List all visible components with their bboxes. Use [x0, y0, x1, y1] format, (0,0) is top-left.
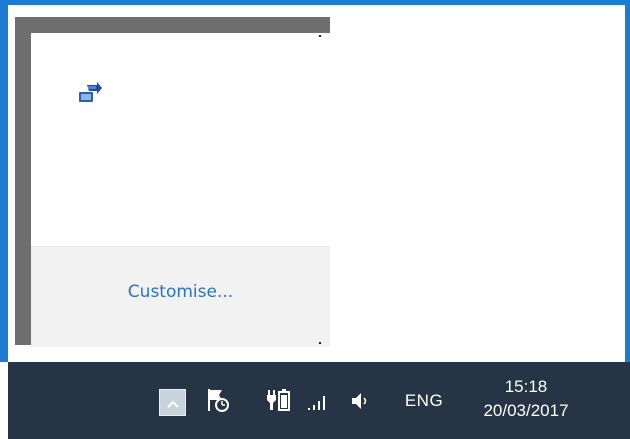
input-language-indicator[interactable]: ENG — [398, 384, 450, 418]
window-frame-top — [0, 0, 630, 5]
taskbar: ENG 15:18 20/03/2017 — [8, 362, 630, 439]
action-center-flag-icon — [204, 386, 232, 418]
show-hidden-icons-button[interactable] — [159, 389, 186, 416]
chevron-up-icon — [166, 393, 179, 412]
hidden-icons-area — [31, 33, 330, 246]
flyout-panel: Customise... — [31, 33, 330, 347]
battery-power-icon — [263, 386, 293, 418]
notification-overflow-flyout: Customise... — [15, 17, 330, 347]
clock-date-button[interactable]: 15:18 20/03/2017 — [474, 370, 578, 428]
volume-button[interactable] — [349, 390, 373, 416]
customise-link[interactable]: Customise... — [31, 282, 330, 302]
clock-time: 15:18 — [504, 377, 548, 396]
window-frame-right — [625, 0, 630, 362]
clock-date: 20/03/2017 — [483, 401, 569, 420]
network-button[interactable] — [305, 390, 331, 416]
network-signal-icon — [305, 388, 331, 418]
power-button[interactable] — [263, 388, 293, 416]
speaker-volume-icon — [349, 388, 373, 418]
customise-footer: Customise... — [31, 247, 330, 347]
flyout-corner-mark — [319, 35, 321, 37]
bluetooth-transfer-app-icon[interactable] — [77, 81, 103, 107]
flyout-corner-mark — [319, 342, 321, 344]
window-frame-left — [0, 0, 8, 362]
desktop-screen: Customise... ENG 15:18 20/03/2017 — [0, 0, 630, 439]
action-center-button[interactable] — [204, 388, 232, 416]
